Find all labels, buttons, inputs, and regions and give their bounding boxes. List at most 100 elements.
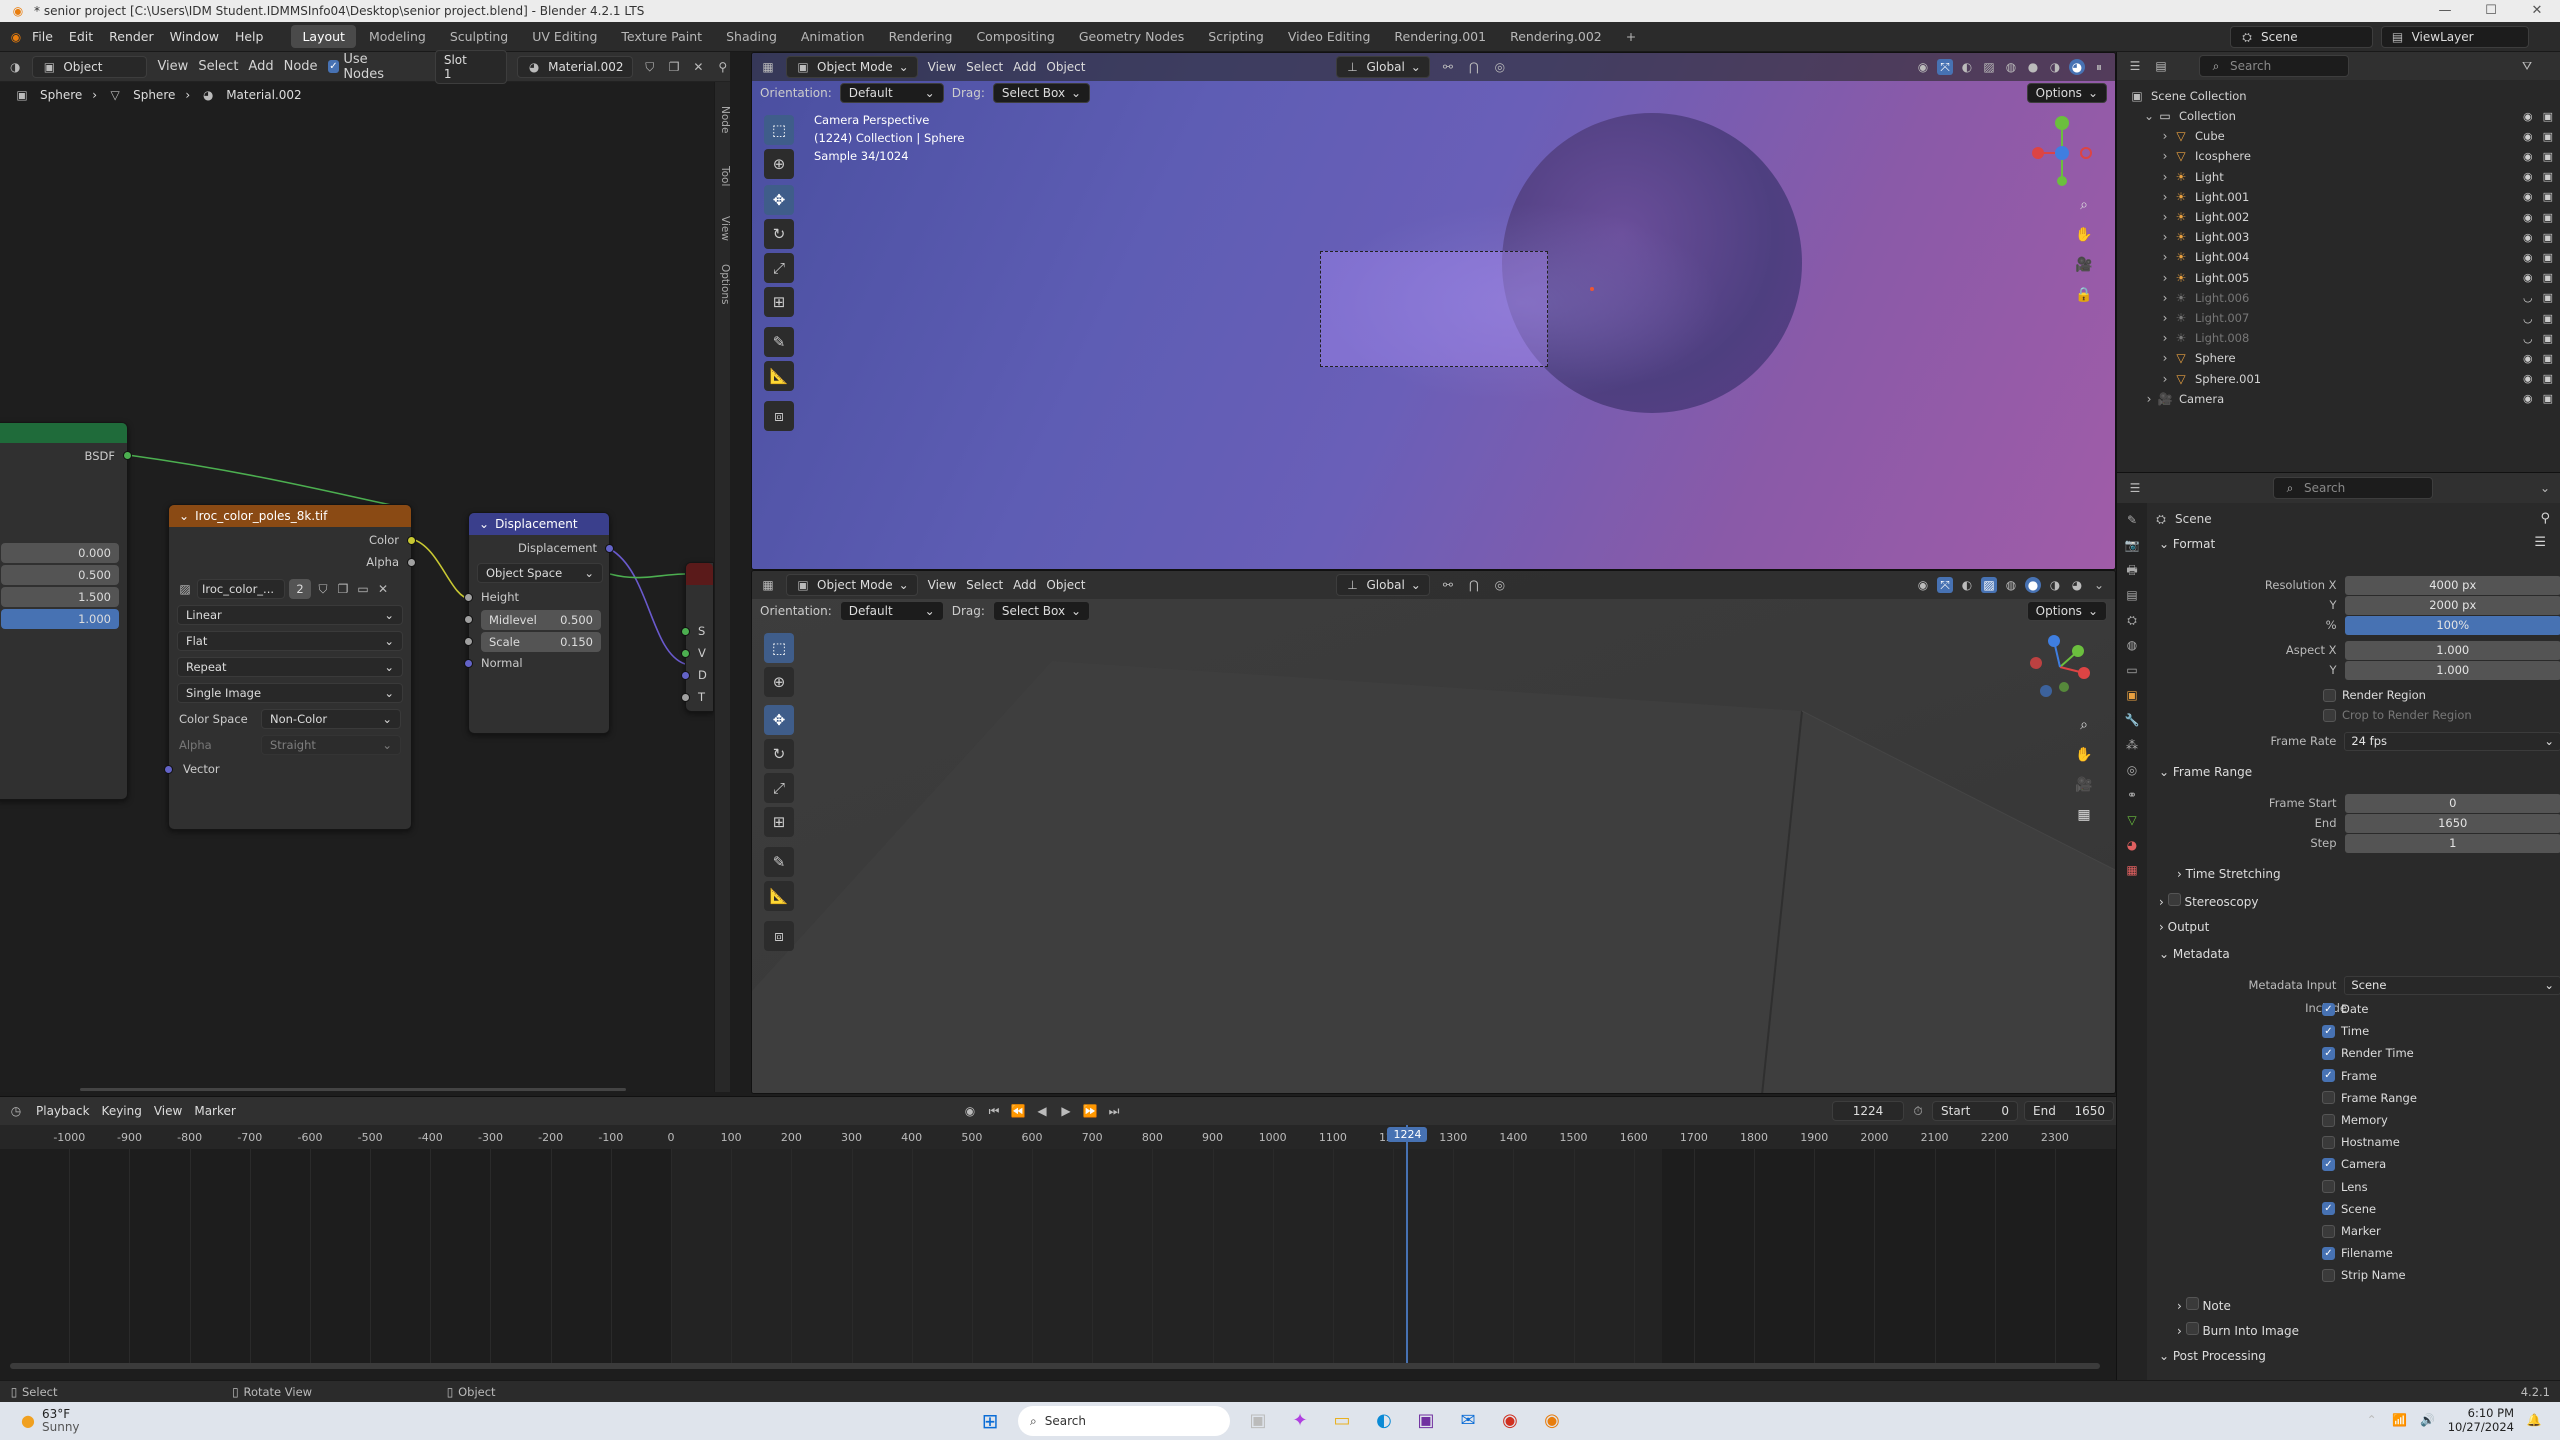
modifier-tab-icon[interactable]: 🔧	[2124, 712, 2140, 728]
metadata-include-toggle[interactable]: ✓ Scene	[2322, 1200, 2376, 1218]
edge-icon[interactable]: ◐	[1370, 1412, 1398, 1430]
metadata-checkbox[interactable]	[2322, 1091, 2335, 1105]
move-tool-icon[interactable]: ✥	[764, 705, 794, 735]
overlay-icon[interactable]: ◐	[1959, 577, 1975, 593]
horizontal-scrollbar[interactable]	[10, 1363, 2100, 1369]
menu-add[interactable]: Add	[1013, 578, 1036, 592]
metadata-checkbox[interactable]	[2322, 1268, 2335, 1282]
jump-end-icon[interactable]: ⏭	[1106, 1103, 1122, 1119]
transform-tool-icon[interactable]: ⊞	[764, 807, 794, 837]
properties-search[interactable]: ⌕ Search	[2273, 477, 2433, 499]
side-tab-node[interactable]: Node	[715, 102, 731, 137]
current-frame-field[interactable]: 1224	[1832, 1101, 1904, 1121]
chrome-icon[interactable]: ◉	[1496, 1412, 1524, 1430]
scene-tab-icon[interactable]: ⛭	[2124, 612, 2140, 628]
collapse-chevron-icon[interactable]: ⌄	[179, 509, 189, 523]
tab-uv-editing[interactable]: UV Editing	[521, 25, 608, 48]
tab-texture-paint[interactable]: Texture Paint	[610, 25, 713, 48]
volume-icon[interactable]: 🔊	[2420, 1412, 2436, 1428]
outliner-row[interactable]: › ☀ Light.003 ◉ ▣	[2117, 227, 2560, 247]
chevron-right-icon[interactable]: ›	[2157, 169, 2173, 185]
mode-dropdown[interactable]: ▣ Object Mode ⌄	[786, 56, 918, 78]
aspect-x-field[interactable]: 1.000	[2344, 640, 2560, 660]
menu-view[interactable]: View	[928, 578, 956, 592]
tab-rendering-001[interactable]: Rendering.001	[1383, 25, 1497, 48]
eye-icon[interactable]: ◉	[2523, 251, 2533, 264]
pan-hand-icon[interactable]: ✋	[2072, 223, 2096, 247]
metadata-input-dropdown[interactable]: Scene ⌄	[2344, 975, 2560, 995]
image-color-socket[interactable]	[407, 536, 416, 545]
outliner[interactable]: ☰ ▤ ⌕ Search ⛛ ▣ Scene Collection ⌄ ▭ Collec…	[2116, 52, 2560, 472]
eye-icon[interactable]: ◉	[2523, 170, 2533, 183]
pin-icon[interactable]: ⚲	[2540, 511, 2550, 526]
navigation-gizmo[interactable]	[2020, 627, 2104, 711]
playhead-frame-label[interactable]: 1224	[1387, 1127, 1428, 1142]
midlevel-input-socket[interactable]	[464, 615, 473, 624]
editor-type-icon[interactable]: ▦	[760, 577, 776, 593]
display-mode-icon[interactable]: ▤	[2153, 58, 2169, 74]
note-panel-header[interactable]: › Note	[2177, 1297, 2231, 1313]
particles-tab-icon[interactable]: ⁂	[2124, 737, 2140, 753]
metadata-checkbox[interactable]: ✓	[2322, 1157, 2335, 1171]
timeline[interactable]: ◷ Playback Keying View Marker ◉ ⏮ ⏪ ◀ ▶ …	[0, 1096, 2116, 1380]
interpolation-dropdown[interactable]: Linear ⌄	[177, 605, 403, 625]
chevron-right-icon[interactable]: ›	[2157, 128, 2173, 144]
bsdf-value-field[interactable]: 0.500	[1, 565, 119, 585]
pause-icon[interactable]: ⏸	[2091, 59, 2107, 75]
stopwatch-icon[interactable]: ⏱	[1910, 1103, 1926, 1119]
outliner-row[interactable]: › ☀ Light ◉ ▣	[2117, 167, 2560, 187]
menu-playback[interactable]: Playback	[36, 1104, 90, 1118]
eye-icon[interactable]: ◉	[2523, 392, 2533, 405]
space-dropdown[interactable]: Object Space ⌄	[477, 563, 603, 583]
xray-icon[interactable]: ▨	[1981, 59, 1997, 75]
scale-tool-icon[interactable]: ⤢	[764, 253, 794, 283]
annotate-tool-icon[interactable]: ✎	[764, 847, 794, 877]
image-users-count[interactable]: 2	[289, 579, 311, 599]
network-icon[interactable]: 📶	[2392, 1412, 2408, 1428]
tab-sculpting[interactable]: Sculpting	[439, 25, 519, 48]
chevron-right-icon[interactable]: ›	[2157, 290, 2173, 306]
teams-icon[interactable]: ▣	[1412, 1412, 1440, 1430]
chevron-right-icon[interactable]: ›	[2157, 350, 2173, 366]
displacement-node-header[interactable]: ⌄ Displacement	[469, 513, 609, 535]
render-toggle-icon[interactable]: ▣	[2543, 231, 2553, 244]
measure-tool-icon[interactable]: 📐	[764, 361, 794, 391]
material-shading-icon[interactable]: ◑	[2047, 59, 2063, 75]
metadata-checkbox[interactable]	[2322, 1113, 2335, 1127]
horizontal-scrollbar[interactable]	[80, 1088, 626, 1091]
menu-window[interactable]: Window	[162, 29, 227, 44]
metadata-checkbox[interactable]: ✓	[2322, 1046, 2335, 1060]
outliner-row[interactable]: › ▽ Cube ◉ ▣	[2117, 126, 2560, 146]
rendered-shading-icon[interactable]: ◕	[2069, 577, 2085, 593]
mode-dropdown[interactable]: ▣ Object Mode ⌄	[786, 574, 918, 596]
physics-tab-icon[interactable]: ◎	[2124, 762, 2140, 778]
folder-icon[interactable]: ▭	[355, 581, 371, 597]
chevron-right-icon[interactable]: ›	[2157, 229, 2173, 245]
editor-type-icon[interactable]: ▦	[760, 59, 776, 75]
eye-icon[interactable]: ◉	[2523, 150, 2533, 163]
collection-tab-icon[interactable]: ▭	[2124, 662, 2140, 678]
side-tab-tool[interactable]: Tool	[715, 162, 731, 190]
menu-select[interactable]: Select	[966, 578, 1003, 592]
menu-add[interactable]: Add	[1013, 60, 1036, 74]
chevron-right-icon[interactable]: ›	[2157, 189, 2173, 205]
outliner-row[interactable]: › ☀ Light.002 ◉ ▣	[2117, 207, 2560, 227]
metadata-checkbox[interactable]: ✓	[2322, 1069, 2335, 1083]
stereoscopy-checkbox[interactable]	[2167, 893, 2181, 906]
render-region-toggle[interactable]: Render Region	[2323, 686, 2426, 704]
displacement-input-socket[interactable]	[681, 671, 690, 680]
gizmo-x-ball[interactable]	[2080, 147, 2092, 159]
gizmo-z-ball[interactable]	[2055, 146, 2069, 160]
frame-step-field[interactable]: 1	[2344, 833, 2560, 853]
side-tab-view[interactable]: View	[715, 212, 731, 245]
file-explorer-icon[interactable]: ▭	[1328, 1412, 1356, 1430]
viewport-solid[interactable]: ▦ ▣ Object Mode ⌄ View Select Add Object ⊥…	[751, 570, 2116, 1094]
maximize-button[interactable]: ☐	[2468, 0, 2514, 22]
outliner-row[interactable]: › ▽ Icosphere ◉ ▣	[2117, 146, 2560, 166]
world-tab-icon[interactable]: ◍	[2124, 637, 2140, 653]
view-layer-tab-icon[interactable]: ▤	[2124, 587, 2140, 603]
tab-modeling[interactable]: Modeling	[358, 25, 437, 48]
zoom-icon[interactable]: ⌕	[2072, 713, 2096, 737]
render-toggle-icon[interactable]: ▣	[2543, 392, 2553, 405]
frame-end-field[interactable]: 1650	[2344, 813, 2560, 833]
